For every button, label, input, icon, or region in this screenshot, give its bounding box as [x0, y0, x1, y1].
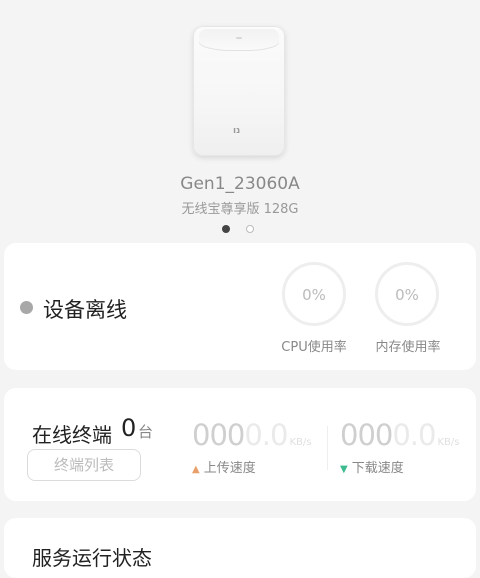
download-speed-unit: KB/s	[437, 437, 460, 448]
speed-divider	[327, 426, 328, 470]
cpu-usage-ring: 0%	[282, 262, 346, 326]
upload-speed-label: 上传速度	[203, 461, 256, 476]
upload-speed-tail: 0.0	[244, 418, 288, 452]
online-terminals-unit: 台	[138, 423, 154, 441]
terminal-list-button[interactable]: 终端列表	[27, 449, 141, 481]
download-speed-label: 下载速度	[351, 461, 404, 476]
pager-dot-2[interactable]	[246, 225, 254, 233]
device-indicator	[236, 37, 242, 39]
online-terminals-label: 在线终端	[32, 423, 112, 447]
download-speed-tail: 0.0	[392, 418, 436, 452]
upload-speed-value: 0000.0 KB/s	[192, 418, 311, 452]
device-logo: נו	[233, 126, 241, 136]
device-image: נו	[193, 26, 285, 156]
upload-speed-unit: KB/s	[289, 437, 312, 448]
device-hero: נו Gen1_23060A 无线宝尊享版 128G	[0, 0, 480, 240]
memory-usage-value: 0%	[395, 286, 419, 304]
upload-speed-label-row: ▲ 上传速度	[192, 457, 256, 476]
memory-usage-label: 内存使用率	[375, 340, 441, 355]
cpu-usage-value: 0%	[302, 286, 326, 304]
service-status-card[interactable]: 服务运行状态	[4, 518, 476, 578]
upload-speed-lead: 000	[192, 418, 245, 452]
device-name: Gen1_23060A	[180, 174, 300, 194]
download-arrow-icon: ▼	[340, 464, 348, 475]
memory-usage-ring: 0%	[375, 262, 439, 326]
terminals-card: 在线终端 0 台 终端列表 0000.0 KB/s ▲ 上传速度 0000.0 KB/…	[4, 388, 476, 501]
download-speed-value: 0000.0 KB/s	[340, 418, 459, 452]
online-terminals-count: 0	[121, 414, 137, 442]
upload-arrow-icon: ▲	[192, 464, 200, 475]
device-status-card: 设备离线 0% CPU使用率 0% 内存使用率	[4, 243, 476, 370]
service-status-title: 服务运行状态	[32, 546, 152, 570]
download-speed-lead: 000	[340, 418, 393, 452]
device-subtitle: 无线宝尊享版 128G	[181, 202, 299, 217]
download-speed-label-row: ▼ 下载速度	[340, 457, 404, 476]
device-cap	[199, 29, 279, 51]
pager-dot-1[interactable]	[222, 225, 230, 233]
offline-status-dot	[20, 301, 33, 314]
device-status-label: 设备离线	[43, 298, 127, 322]
